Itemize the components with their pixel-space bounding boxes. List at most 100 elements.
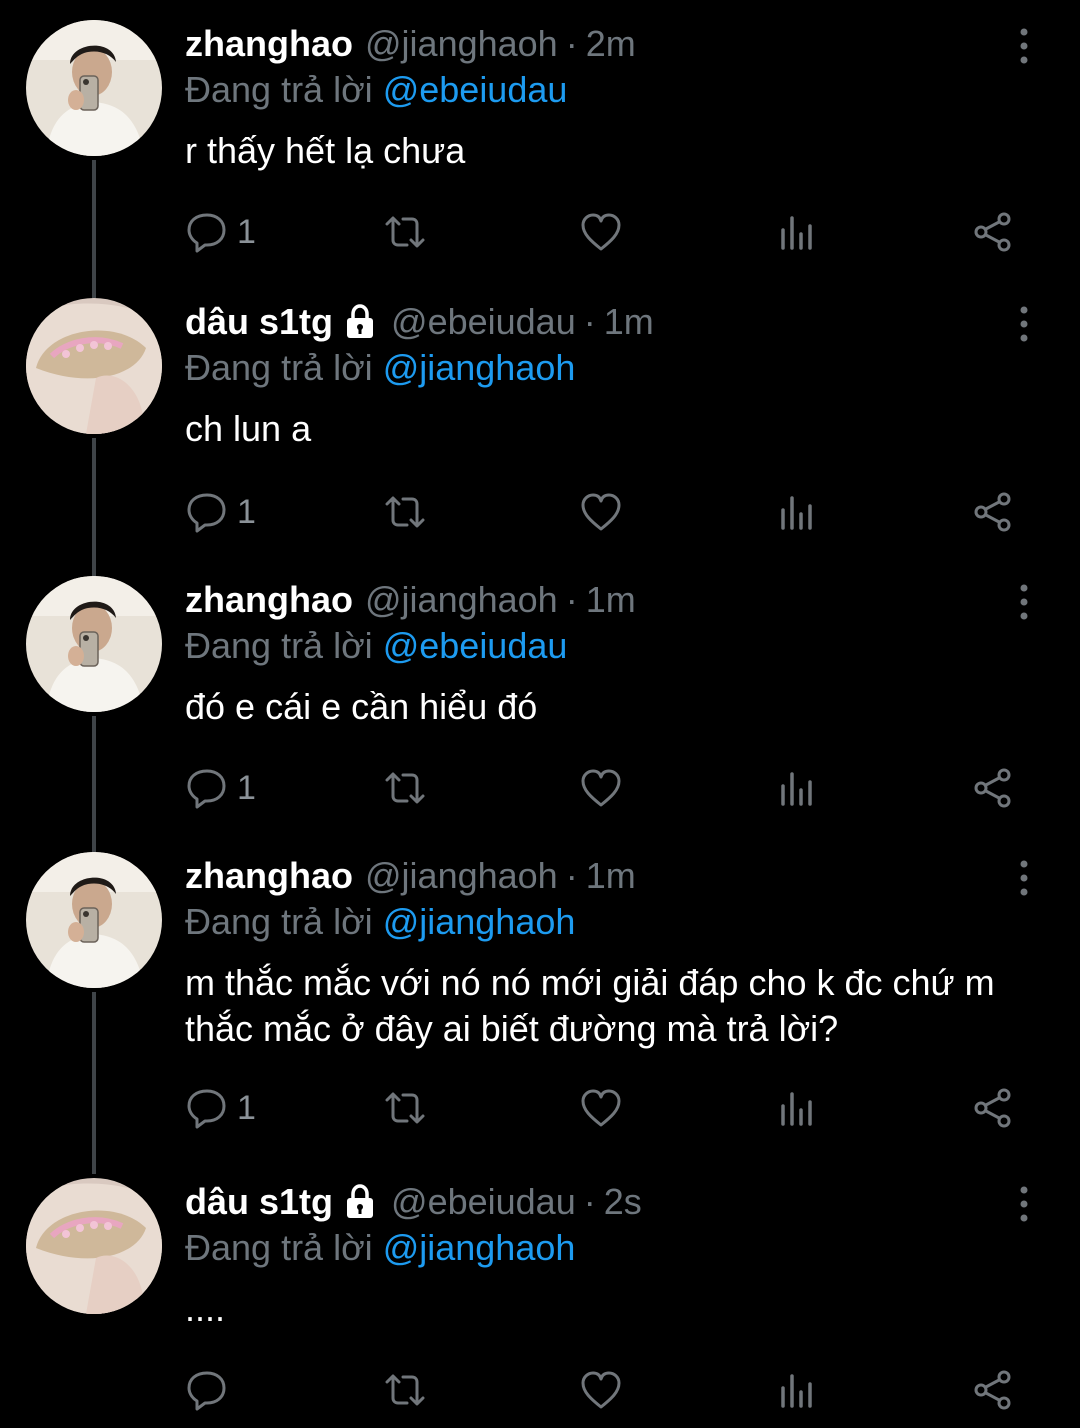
reply-icon (187, 769, 226, 809)
tweet[interactable]: zhanghao @jianghaoh · 1m Đang trả lời @j… (0, 852, 1080, 1174)
more-options-button[interactable] (1008, 304, 1040, 344)
avatar[interactable] (26, 298, 162, 434)
avatar[interactable] (26, 20, 162, 156)
replying-prefix: Đang trả lời (185, 347, 373, 388)
avatar[interactable] (26, 576, 162, 712)
reply-button[interactable]: 1 (185, 1086, 256, 1130)
tweet[interactable]: zhanghao @jianghaoh · 1m Đang trả lời @e… (0, 576, 1080, 854)
display-name[interactable]: dâu s1tg (185, 1180, 333, 1224)
action-bar: 1 (185, 1086, 1035, 1130)
like-button[interactable] (579, 1086, 623, 1130)
replying-to: Đang trả lời @ebeiudau (185, 624, 567, 668)
mention-link[interactable]: @jianghaoh (383, 901, 576, 942)
timestamp[interactable]: 1m (586, 854, 636, 898)
mention-link[interactable]: @ebeiudau (383, 625, 568, 666)
user-handle[interactable]: @jianghaoh (365, 22, 558, 66)
separator-dot: · (583, 1181, 596, 1222)
timestamp[interactable]: 2m (586, 22, 636, 66)
display-name[interactable]: dâu s1tg (185, 300, 333, 344)
display-name[interactable]: zhanghao (185, 22, 353, 66)
more-options-icon (1020, 860, 1028, 896)
replying-to: Đang trả lời @jianghaoh (185, 900, 575, 944)
more-options-button[interactable] (1008, 858, 1040, 898)
retweet-button[interactable] (383, 490, 427, 534)
action-bar: 1 (185, 210, 1035, 254)
user-handle[interactable]: @ebeiudau (391, 300, 576, 344)
action-bar: 1 (185, 766, 1035, 810)
retweet-button[interactable] (383, 210, 427, 254)
separator-dot: · (565, 23, 578, 64)
share-icon (974, 492, 1011, 532)
lock-icon (341, 303, 379, 341)
mention-link[interactable]: @ebeiudau (383, 69, 568, 110)
more-options-button[interactable] (1008, 26, 1040, 66)
display-name[interactable]: zhanghao (185, 578, 353, 622)
timestamp[interactable]: 1m (586, 578, 636, 622)
separator-dot: · (583, 301, 596, 342)
avatar[interactable] (26, 1178, 162, 1314)
tweet-header: zhanghao @jianghaoh · 1m (185, 852, 636, 900)
share-icon (974, 1088, 1011, 1128)
retweet-button[interactable] (383, 766, 427, 810)
more-options-icon (1020, 1186, 1028, 1222)
avatar-photo (26, 576, 162, 712)
tweet[interactable]: zhanghao @jianghaoh · 2m Đang trả lời @e… (0, 20, 1080, 310)
share-icon (974, 768, 1011, 808)
share-button[interactable] (971, 210, 1015, 254)
more-options-icon (1020, 306, 1028, 342)
action-bar (185, 1368, 1035, 1412)
like-button[interactable] (579, 210, 623, 254)
mention-link[interactable]: @jianghaoh (383, 1227, 576, 1268)
like-icon (581, 1089, 621, 1127)
avatar-photo (26, 1178, 162, 1314)
like-icon (581, 1371, 621, 1409)
reply-button[interactable]: 1 (185, 766, 256, 810)
share-button[interactable] (971, 490, 1015, 534)
like-button[interactable] (579, 1368, 623, 1412)
reply-icon (187, 1371, 226, 1411)
thread-line (92, 438, 96, 588)
like-button[interactable] (579, 766, 623, 810)
retweet-button[interactable] (383, 1368, 427, 1412)
action-bar: 1 (185, 490, 1035, 534)
timestamp[interactable]: 2s (604, 1180, 642, 1224)
retweet-button[interactable] (383, 1086, 427, 1130)
more-options-button[interactable] (1008, 1184, 1040, 1224)
avatar-photo (26, 298, 162, 434)
replying-prefix: Đang trả lời (185, 69, 373, 110)
views-button[interactable] (775, 210, 819, 254)
share-button[interactable] (971, 1086, 1015, 1130)
timestamp[interactable]: 1m (604, 300, 654, 344)
more-options-icon (1020, 584, 1028, 620)
tweet-text: đó e cái e cần hiểu đó (185, 686, 538, 727)
avatar[interactable] (26, 852, 162, 988)
more-options-button[interactable] (1008, 582, 1040, 622)
views-button[interactable] (775, 1086, 819, 1130)
tweet[interactable]: dâu s1tg @ebeiudau · 2s Đang trả lời @ji… (0, 1178, 1080, 1428)
share-button[interactable] (971, 1368, 1015, 1412)
reply-button[interactable]: 1 (185, 210, 256, 254)
reply-button[interactable]: 1 (185, 490, 256, 534)
reply-icon (187, 493, 226, 533)
user-handle[interactable]: @jianghaoh (365, 854, 558, 898)
retweet-icon (385, 1092, 425, 1124)
views-button[interactable] (775, 1368, 819, 1412)
views-icon (781, 1092, 812, 1126)
views-icon (781, 496, 812, 530)
display-name[interactable]: zhanghao (185, 854, 353, 898)
reply-button[interactable] (185, 1368, 237, 1412)
user-handle[interactable]: @ebeiudau (391, 1180, 576, 1224)
tweet-header: dâu s1tg @ebeiudau · 1m (185, 298, 654, 346)
mention-link[interactable]: @jianghaoh (383, 347, 576, 388)
views-icon (781, 1374, 812, 1408)
user-handle[interactable]: @jianghaoh (365, 578, 558, 622)
views-button[interactable] (775, 766, 819, 810)
lock-icon (341, 1183, 379, 1221)
retweet-icon (385, 496, 425, 528)
like-button[interactable] (579, 490, 623, 534)
share-button[interactable] (971, 766, 1015, 810)
separator-dot: · (565, 855, 578, 896)
views-button[interactable] (775, 490, 819, 534)
thread-line (92, 992, 96, 1174)
tweet[interactable]: dâu s1tg @ebeiudau · 1m Đang trả lời @ji… (0, 298, 1080, 588)
